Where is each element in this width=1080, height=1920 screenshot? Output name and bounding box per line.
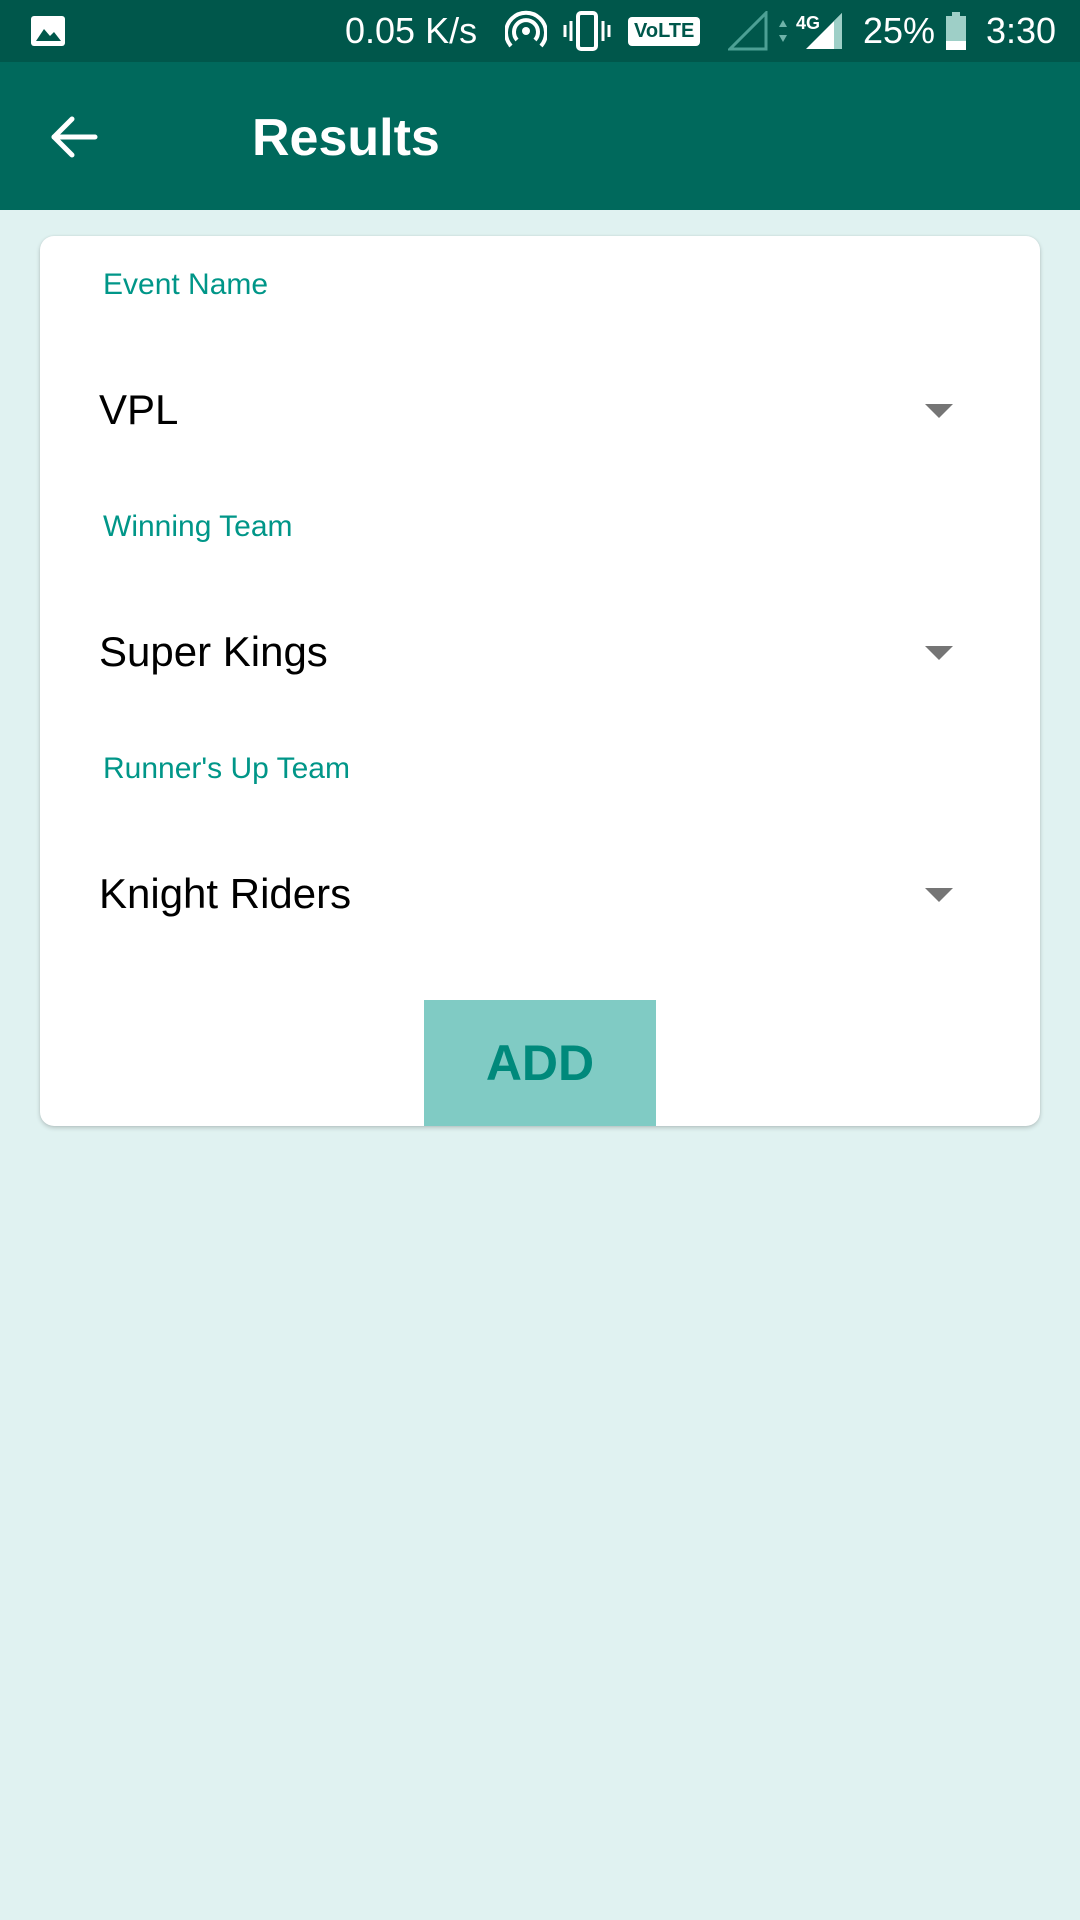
gallery-icon <box>30 0 66 62</box>
dropdown-arrow-icon <box>925 404 953 418</box>
app-bar: Results <box>0 62 1080 210</box>
status-bar: 0.05 K/s VoLTE 4G 25% 3:30 <box>0 0 1080 62</box>
back-arrow-icon <box>51 116 98 158</box>
clock: 3:30 <box>986 10 1057 51</box>
runner-up-team-label: Runner's Up Team <box>103 752 350 785</box>
runner-up-team-dropdown[interactable]: Knight Riders <box>40 840 1040 950</box>
data-arrows-icon <box>778 0 788 62</box>
add-button[interactable]: ADD <box>424 1000 656 1126</box>
event-name-label: Event Name <box>103 268 269 301</box>
results-form-card: Event Name VPL Winning Team Super Kings … <box>40 236 1040 1126</box>
event-name-value: VPL <box>99 386 179 433</box>
battery-icon <box>945 0 967 62</box>
signal-icon <box>804 0 844 62</box>
signal-empty-icon <box>728 0 768 62</box>
volte-icon: VoLTE <box>628 0 701 62</box>
page-title: Results <box>252 109 440 167</box>
dropdown-arrow-icon <box>925 646 953 660</box>
event-name-dropdown[interactable]: VPL <box>40 356 1040 466</box>
vibrate-icon <box>563 0 611 62</box>
winning-team-label: Winning Team <box>103 510 293 543</box>
winning-team-dropdown[interactable]: Super Kings <box>40 598 1040 708</box>
runner-up-team-value: Knight Riders <box>99 870 352 917</box>
winning-team-value: Super Kings <box>99 628 328 675</box>
back-button[interactable] <box>34 102 114 172</box>
volte-badge: VoLTE <box>628 16 701 46</box>
dropdown-arrow-icon <box>925 888 953 902</box>
battery-percent: 25% <box>863 10 936 51</box>
hotspot-icon <box>505 0 547 62</box>
net-speed: 0.05 K/s <box>345 10 478 51</box>
